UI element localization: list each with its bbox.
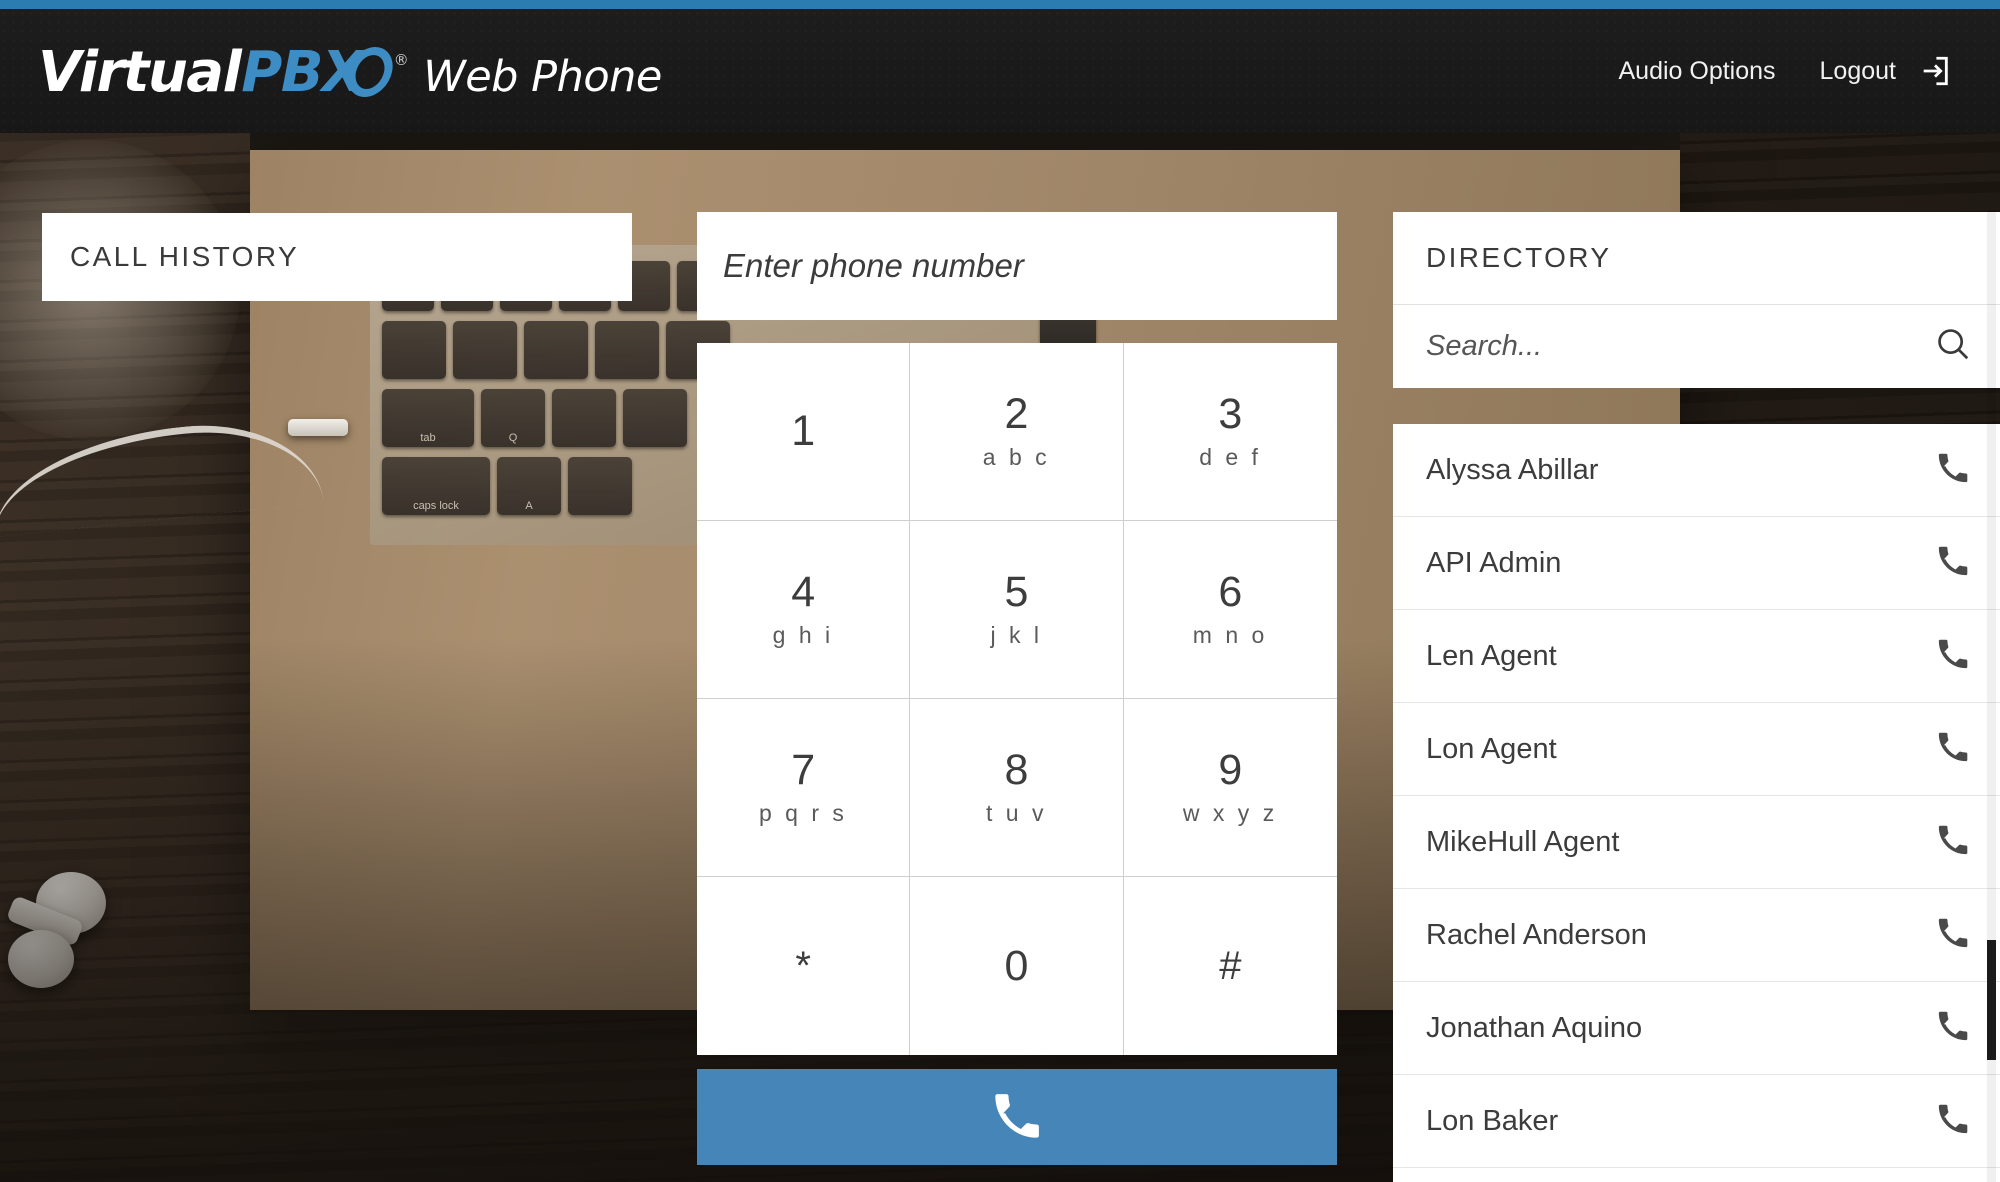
logo-text-virtual: Virtual [38, 39, 242, 105]
directory-contact-name: Len Agent [1426, 639, 1557, 672]
phone-handset-icon[interactable] [1936, 916, 1970, 955]
directory-search-row [1393, 304, 2000, 388]
directory-row[interactable]: Jay Beck Agent [1393, 1168, 2000, 1182]
directory-row[interactable]: Lon Agent [1393, 703, 2000, 796]
directory-search-input[interactable] [1426, 330, 1934, 363]
dialpad-key-0[interactable]: 0 [910, 877, 1124, 1055]
directory-panel: DIRECTORY Alyssa Abillar API Admin Len Age… [1393, 212, 2000, 1182]
top-accent-bar [0, 0, 2000, 9]
app-header: Virtual PBX ® Web Phone Audio Options Logo… [0, 9, 2000, 133]
directory-contact-name: Lon Baker [1426, 1104, 1559, 1137]
logo-registered-mark: ® [393, 50, 409, 69]
dialpad-key-letters: j k l [990, 621, 1043, 648]
dialpad-key-digit: 9 [1218, 745, 1243, 794]
phone-handset-icon[interactable] [1936, 544, 1970, 583]
earbud-cable-connector [288, 419, 348, 436]
dialpad-key-digit: 5 [1004, 567, 1029, 616]
brand: Virtual PBX ® Web Phone [38, 41, 662, 102]
phone-handset-icon[interactable] [1936, 823, 1970, 862]
dialpad-key-star[interactable]: * [697, 877, 911, 1055]
dialpad-key-4[interactable]: 4 g h i [697, 521, 911, 699]
directory-header: DIRECTORY [1393, 212, 2000, 304]
dialpad-key-digit: 2 [1004, 389, 1029, 438]
dialpad-key-letters: a b c [982, 443, 1051, 470]
directory-contact-name: API Admin [1426, 546, 1562, 579]
phone-handset-icon[interactable] [1936, 637, 1970, 676]
dialpad-key-digit: 1 [791, 407, 816, 455]
phone-handset-icon[interactable] [1936, 730, 1970, 769]
dialpad-key-6[interactable]: 6 m n o [1123, 521, 1337, 699]
call-button[interactable] [697, 1069, 1337, 1165]
dialpad-key-7[interactable]: 7 p q r s [697, 699, 911, 877]
directory-row[interactable]: Lon Baker [1393, 1075, 2000, 1168]
phone-handset-icon[interactable] [1936, 451, 1970, 490]
dialpad-key-digit: 3 [1218, 389, 1243, 438]
dialpad-key-digit: * [795, 944, 811, 988]
dialpad-key-digit: 4 [791, 567, 816, 616]
logout-button[interactable]: Logout [1820, 54, 1952, 88]
dialpad-key-letters: g h i [772, 621, 834, 648]
directory-contact-name: Alyssa Abillar [1426, 453, 1599, 486]
directory-row[interactable]: Rachel Anderson [1393, 889, 2000, 982]
web-phone-app: tab Q caps lock A Virtual PBX ® Web Phon… [0, 0, 2000, 1182]
dialpad-key-hash[interactable]: # [1124, 877, 1337, 1055]
phone-number-input[interactable] [697, 212, 1337, 320]
dialer-panel: 1 2 a b c 3 d e f 4 g h i 5 j k l 6 m n o 7 p q r s 8… [697, 212, 1337, 1165]
directory-row[interactable]: MikeHull Agent [1393, 796, 2000, 889]
directory-contact-name: Lon Agent [1426, 732, 1557, 765]
dialpad-key-digit: 8 [1004, 745, 1029, 794]
search-icon[interactable] [1934, 325, 1972, 368]
dialpad-key-3[interactable]: 3 d e f [1123, 343, 1337, 521]
directory-title: DIRECTORY [1426, 242, 1612, 273]
dialpad-key-letters: d e f [1199, 443, 1262, 470]
dialpad-key-letters: m n o [1192, 621, 1268, 648]
dialpad: 1 2 a b c 3 d e f 4 g h i 5 j k l 6 m n o 7 p q r s 8… [697, 343, 1337, 1055]
directory-contact-name: Rachel Anderson [1426, 918, 1647, 951]
directory-row[interactable]: API Admin [1393, 517, 2000, 610]
dialpad-key-9[interactable]: 9 w x y z [1123, 699, 1337, 877]
header-actions: Audio Options Logout [1618, 54, 1952, 88]
directory-scrollbar-thumb[interactable] [1987, 940, 1996, 1060]
directory-contact-list[interactable]: Alyssa Abillar API Admin Len Agent Lon Agen… [1393, 424, 2000, 1182]
phone-handset-icon[interactable] [1936, 1009, 1970, 1048]
directory-row[interactable]: Alyssa Abillar [1393, 424, 2000, 517]
logo-text-pbx: PBX [241, 39, 365, 105]
dialpad-key-digit: 0 [1004, 941, 1029, 990]
dialpad-key-1[interactable]: 1 [697, 343, 911, 521]
dialpad-key-digit: # [1219, 944, 1242, 988]
directory-contact-name: Jonathan Aquino [1426, 1011, 1643, 1044]
dialpad-key-letters: t u v [986, 799, 1047, 826]
directory-row[interactable]: Jonathan Aquino [1393, 982, 2000, 1075]
audio-options-button[interactable]: Audio Options [1618, 57, 1775, 86]
call-history-title: CALL HISTORY [70, 241, 300, 272]
virtualpbx-logo: Virtual PBX ® [38, 39, 409, 105]
directory-contact-name: MikeHull Agent [1426, 825, 1620, 858]
dialpad-key-5[interactable]: 5 j k l [910, 521, 1124, 699]
call-history-panel[interactable]: CALL HISTORY [42, 213, 632, 301]
phone-handset-icon [991, 1090, 1043, 1145]
directory-row[interactable]: Len Agent [1393, 610, 2000, 703]
dialpad-key-2[interactable]: 2 a b c [910, 343, 1124, 521]
phone-handset-icon[interactable] [1936, 1102, 1970, 1141]
dialpad-key-digit: 6 [1218, 567, 1243, 616]
dialpad-key-digit: 7 [791, 745, 816, 794]
dialpad-key-letters: p q r s [758, 799, 848, 826]
app-title: Web Phone [423, 51, 662, 102]
dialpad-key-8[interactable]: 8 t u v [910, 699, 1124, 877]
dialpad-key-letters: w x y z [1182, 799, 1278, 826]
logout-label: Logout [1819, 56, 1896, 85]
logout-arrow-icon [1918, 54, 1952, 88]
